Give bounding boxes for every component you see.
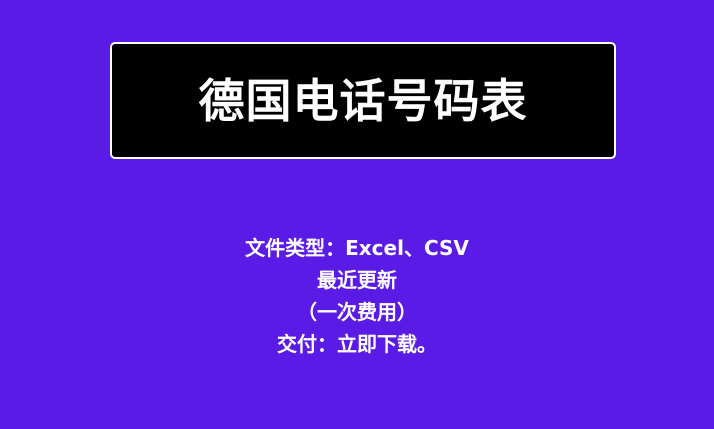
file-type-line: 文件类型：Excel、CSV [245, 236, 469, 260]
product-info: 文件类型：Excel、CSV 最近更新 （一次费用） 交付：立即下载。 [0, 232, 714, 360]
fee-line: （一次费用） [297, 300, 417, 324]
update-line: 最近更新 [317, 268, 397, 292]
page-title: 德国电话号码表 [198, 73, 528, 128]
title-banner: 德国电话号码表 [110, 42, 616, 159]
delivery-line: 交付：立即下载。 [277, 332, 437, 356]
